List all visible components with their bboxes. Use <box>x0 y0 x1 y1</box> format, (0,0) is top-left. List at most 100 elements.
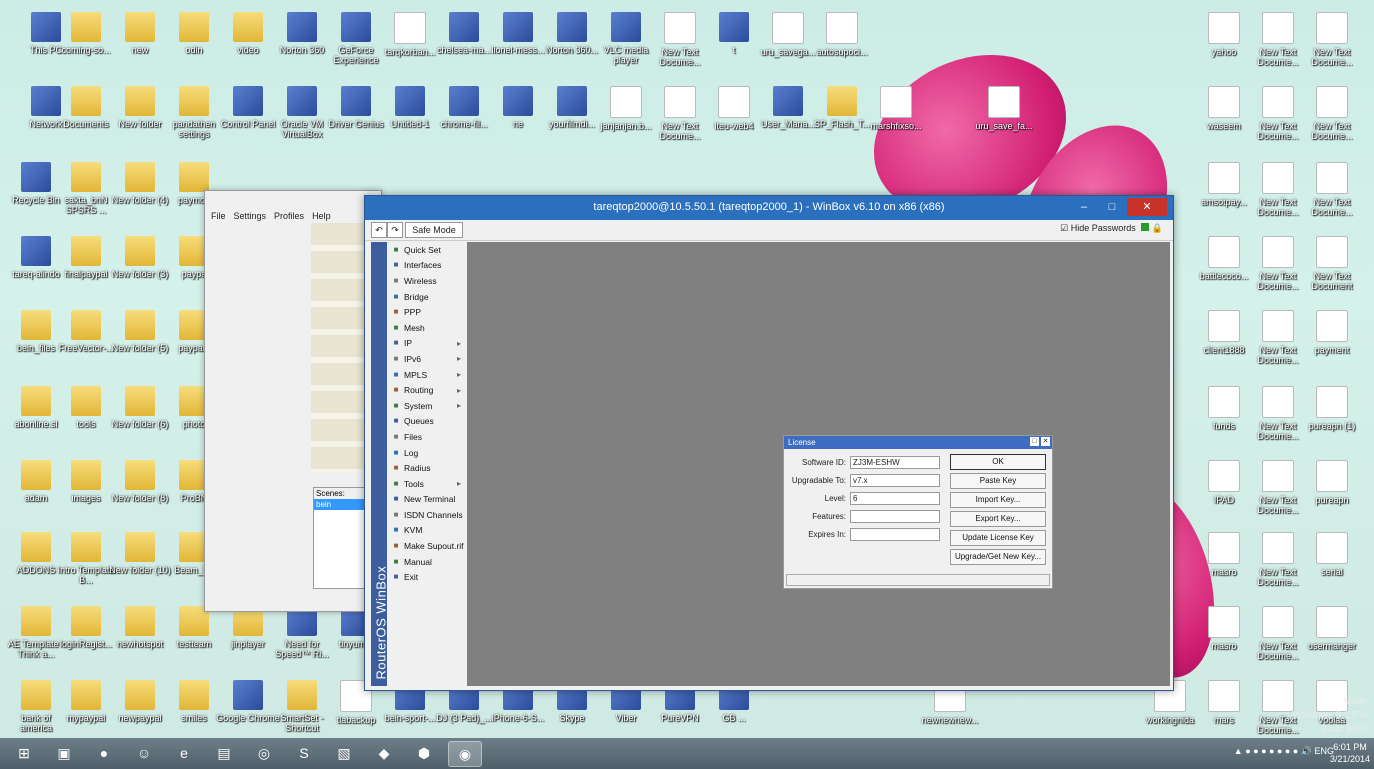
winbox-window[interactable]: tareqtop2000@10.5.50.1 (tareqtop2000_1) … <box>364 195 1174 691</box>
clock[interactable]: 6:01 PM 3/21/2014 <box>1330 741 1370 765</box>
close-icon[interactable]: ✕ <box>1127 198 1167 216</box>
paste-key-button[interactable]: Paste Key <box>950 473 1046 489</box>
menu-profiles[interactable]: Profiles <box>274 211 304 221</box>
menu-item-wireless[interactable]: ■ Wireless <box>387 273 467 289</box>
menu-item-routing[interactable]: ■ Routing ▸ <box>387 382 467 398</box>
license-titlebar[interactable]: License □ ✕ <box>784 436 1052 449</box>
submenu-arrow-icon: ▸ <box>456 401 461 411</box>
minimize-icon[interactable]: – <box>1071 198 1097 216</box>
menu-item-files[interactable]: ■ Files <box>387 429 467 445</box>
desktop-icon[interactable]: usermanger <box>1300 606 1364 651</box>
safe-mode-button[interactable]: Safe Mode <box>405 222 463 238</box>
menu-item-ipv6[interactable]: ■ IPv6 ▸ <box>387 351 467 367</box>
menu-item-ip[interactable]: ■ IP ▸ <box>387 336 467 352</box>
close-icon[interactable]: ✕ <box>1041 437 1050 446</box>
virtualbox-icon[interactable]: ◆ <box>368 741 400 765</box>
menu-item-label: IP <box>404 338 413 349</box>
doc-icon <box>610 86 642 118</box>
export-key-button[interactable]: Export Key... <box>950 511 1046 527</box>
menu-item-radius[interactable]: ■ Radius <box>387 460 467 476</box>
menu-item-manual[interactable]: ■ Manual <box>387 554 467 570</box>
upgrade-key-button[interactable]: Upgrade/Get New Key... <box>950 549 1046 565</box>
ie-icon[interactable]: e <box>168 741 200 765</box>
menu-file[interactable]: File <box>211 211 226 221</box>
update-license-key-button[interactable]: Update License Key <box>950 530 1046 546</box>
teamviewer-icon[interactable]: ◎ <box>248 741 280 765</box>
menu-help[interactable]: Help <box>312 211 331 221</box>
menu-item-kvm[interactable]: ■ KVM <box>387 523 467 539</box>
folder-icon <box>71 386 101 416</box>
desktop-icon[interactable]: pureapn <box>1300 460 1364 505</box>
menu-item-bridge[interactable]: ■ Bridge <box>387 289 467 305</box>
folder-icon <box>125 236 155 266</box>
license-dialog[interactable]: License □ ✕ Software ID: ZJ3M-ESHW Upgra… <box>783 435 1053 589</box>
upgradable-field[interactable]: v7.x <box>850 474 940 487</box>
doc-icon <box>1316 162 1348 194</box>
desktop-icon[interactable]: New Text Docume... <box>1300 12 1364 67</box>
desktop-icon[interactable]: payment <box>1300 310 1364 355</box>
winbox-titlebar[interactable]: tareqtop2000@10.5.50.1 (tareqtop2000_1) … <box>365 196 1173 220</box>
desktop-icon[interactable]: New Text Docume... <box>1300 86 1364 141</box>
skype-icon[interactable]: S <box>288 741 320 765</box>
ip-icon: ■ <box>393 338 399 348</box>
notepad-icon[interactable]: ▧ <box>328 741 360 765</box>
maximize-icon[interactable]: □ <box>1030 437 1039 446</box>
import-key-button[interactable]: Import Key... <box>950 492 1046 508</box>
menu-item-system[interactable]: ■ System ▸ <box>387 398 467 414</box>
menu-item-new-terminal[interactable]: ■ New Terminal <box>387 492 467 508</box>
menu-item-quick-set[interactable]: ■ Quick Set <box>387 242 467 258</box>
menu-item-mpls[interactable]: ■ MPLS ▸ <box>387 367 467 383</box>
menu-settings[interactable]: Settings <box>234 211 267 221</box>
upgradable-label: Upgradable To: <box>791 476 846 485</box>
desktop-icon-label: serial <box>1321 567 1343 577</box>
doc-icon <box>1208 310 1240 342</box>
tray-icons[interactable]: ▲ ● ● ● ● ● ● ● 🔊 <box>1234 746 1312 756</box>
desktop-icon[interactable]: marshfixso... <box>864 86 928 131</box>
features-field[interactable] <box>850 510 940 523</box>
menu-item-label: New Terminal <box>404 494 456 505</box>
checkbox-icon[interactable]: ☑ <box>1060 223 1068 233</box>
redo-icon[interactable]: ↷ <box>387 222 403 238</box>
user-icon[interactable]: ☺ <box>128 741 160 765</box>
desktop-icon[interactable]: New Text Document <box>1300 236 1364 291</box>
desktop-icon[interactable]: pureapn (1) <box>1300 386 1364 431</box>
chrome-icon[interactable]: ● <box>88 741 120 765</box>
desktop-icon[interactable]: uru_save_fa... <box>972 86 1036 131</box>
features-label: Features: <box>812 512 846 521</box>
menu-item-isdn-channels[interactable]: ■ ISDN Channels <box>387 507 467 523</box>
app-icon <box>341 86 371 116</box>
undo-icon[interactable]: ↶ <box>371 222 387 238</box>
features-row: Features: <box>788 510 940 523</box>
desktop-icon-label: newnewnew... <box>921 715 979 725</box>
start-icon[interactable]: ⊞ <box>8 741 40 765</box>
hide-passwords-checkbox[interactable]: ☑ Hide Passwords 🔒 <box>1060 223 1163 234</box>
folder-icon <box>179 162 209 192</box>
menu-item-mesh[interactable]: ■ Mesh <box>387 320 467 336</box>
menu-item-make-supout-rif[interactable]: ■ Make Supout.rif <box>387 538 467 554</box>
folder-icon[interactable]: ▤ <box>208 741 240 765</box>
expires-field[interactable] <box>850 528 940 541</box>
doc-icon <box>1316 86 1348 118</box>
desktop-icon[interactable]: autosupoci... <box>810 12 874 57</box>
menu-item-exit[interactable]: ■ Exit <box>387 569 467 585</box>
explorer-icon[interactable]: ▣ <box>48 741 80 765</box>
scene-app-window[interactable]: File Settings Profiles Help Scenes: bein <box>204 190 382 612</box>
menu-item-queues[interactable]: ■ Queues <box>387 414 467 430</box>
menu-item-log[interactable]: ■ Log <box>387 445 467 461</box>
desktop-icon-label: autosupoci... <box>816 47 868 57</box>
level-field[interactable]: 6 <box>850 492 940 505</box>
winbox-icon[interactable]: ◉ <box>448 741 482 767</box>
menu-item-interfaces[interactable]: ■ Interfaces <box>387 258 467 274</box>
software-id-field[interactable]: ZJ3M-ESHW <box>850 456 940 469</box>
clock-time: 6:01 PM <box>1333 742 1367 752</box>
maximize-icon[interactable]: □ <box>1099 198 1125 216</box>
desktop-icon[interactable]: New Text Docume... <box>1300 162 1364 217</box>
menu-item-tools[interactable]: ■ Tools ▸ <box>387 476 467 492</box>
ok-button[interactable]: OK <box>950 454 1046 470</box>
menu-item-ppp[interactable]: ■ PPP <box>387 304 467 320</box>
thumbnail-grid[interactable] <box>311 223 369 473</box>
ppp-icon: ■ <box>393 307 399 317</box>
system-tray[interactable]: ▲ ● ● ● ● ● ● ● 🔊 ENG <box>1234 746 1334 757</box>
purevpn-icon[interactable]: ⬢ <box>408 741 440 765</box>
desktop-icon[interactable]: serial <box>1300 532 1364 577</box>
